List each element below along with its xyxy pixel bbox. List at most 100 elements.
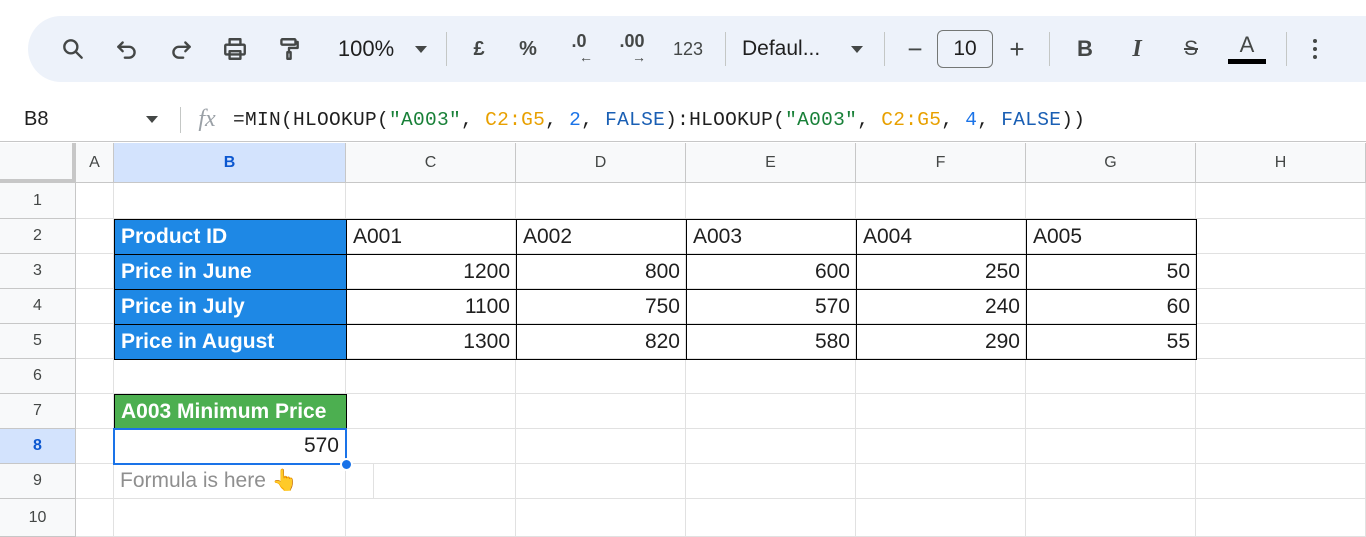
table-row-header[interactable]: Price in June [114,254,347,290]
column-header-c[interactable]: C [346,143,516,183]
row-header-7[interactable]: 7 [0,394,76,429]
format-currency-button[interactable]: £ [457,29,501,69]
row-header-6[interactable]: 6 [0,359,76,394]
grid-cell[interactable] [114,359,346,394]
grid-cell[interactable] [686,183,856,219]
font-size-field[interactable]: 10 [935,29,995,69]
redo-button[interactable] [154,29,208,69]
decrease-decimal-button[interactable]: .0 ← [555,29,603,69]
column-header-g[interactable]: G [1026,143,1196,183]
fill-handle[interactable] [340,458,353,471]
price-cell[interactable]: 750 [516,289,687,325]
column-header-d[interactable]: D [516,143,686,183]
column-header-f[interactable]: F [856,143,1026,183]
product-id-cell[interactable]: A004 [856,219,1027,255]
grid-cell[interactable] [114,183,346,219]
grid-cell[interactable] [686,429,856,464]
grid-cell[interactable] [1196,289,1366,324]
product-id-cell[interactable]: A003 [686,219,857,255]
decrease-font-size-button[interactable]: − [895,29,935,69]
price-cell[interactable]: 250 [856,254,1027,290]
grid-cell[interactable] [516,394,686,429]
formula-input[interactable]: =MIN(HLOOKUP("A003", C2:G5, 2, FALSE):HL… [233,109,1085,131]
grid-cell[interactable] [1196,394,1366,429]
price-cell[interactable]: 240 [856,289,1027,325]
zoom-select[interactable]: 100% [326,29,406,69]
row-header-4[interactable]: 4 [0,289,76,324]
grid-cell[interactable] [686,394,856,429]
price-cell[interactable]: 55 [1026,324,1197,360]
format-percent-button[interactable]: % [501,29,555,69]
grid-cell[interactable] [686,464,856,499]
price-cell[interactable]: 570 [686,289,857,325]
grid-cell[interactable] [856,429,1026,464]
grid-cell[interactable] [1196,254,1366,289]
grid-cell[interactable] [76,219,114,254]
font-select[interactable]: Defaul... [736,29,840,69]
row-header-2[interactable]: 2 [0,219,76,254]
grid-cell[interactable] [76,183,114,219]
grid-cell[interactable] [76,359,114,394]
grid-cell[interactable] [686,499,856,537]
row-header-3[interactable]: 3 [0,254,76,289]
grid-cell[interactable] [1196,183,1366,219]
grid-cell[interactable] [346,183,516,219]
grid-cell[interactable] [856,183,1026,219]
price-cell[interactable]: 290 [856,324,1027,360]
price-cell[interactable]: 800 [516,254,687,290]
grid-cell[interactable] [516,499,686,537]
grid-cell[interactable] [1026,183,1196,219]
row-header-5[interactable]: 5 [0,324,76,359]
grid-cell[interactable] [1026,359,1196,394]
strikethrough-button[interactable]: S [1164,29,1218,69]
price-cell[interactable]: 1200 [346,254,517,290]
row-header-10[interactable]: 10 [0,499,76,537]
grid-cell[interactable] [856,464,1026,499]
grid-cell[interactable] [346,429,516,464]
search-menus-button[interactable] [54,29,92,69]
grid-cell[interactable] [76,289,114,324]
zoom-dropdown[interactable] [406,29,436,69]
more-options-button[interactable] [1297,29,1333,69]
grid-cell[interactable] [1196,324,1366,359]
grid-cell[interactable] [1026,464,1196,499]
price-cell[interactable]: 580 [686,324,857,360]
name-box[interactable]: B8 [0,98,180,142]
grid-cell[interactable] [516,429,686,464]
grid-cell[interactable] [516,464,686,499]
increase-decimal-button[interactable]: .00 → [603,29,661,69]
result-label[interactable]: A003 Minimum Price [114,394,347,430]
row-header-1[interactable]: 1 [0,183,76,219]
grid-cell[interactable] [346,499,516,537]
more-formats-button[interactable]: 123 [661,29,715,69]
price-cell[interactable]: 60 [1026,289,1197,325]
price-cell[interactable]: 1100 [346,289,517,325]
grid-cell[interactable] [114,499,346,537]
increase-font-size-button[interactable]: + [995,29,1039,69]
grid-cell[interactable] [1026,499,1196,537]
select-all-corner[interactable] [0,143,76,183]
column-header-a[interactable]: A [76,143,114,183]
product-id-cell[interactable]: A002 [516,219,687,255]
grid-cell[interactable] [516,183,686,219]
grid-cell[interactable] [76,464,114,499]
grid-cell[interactable] [1196,464,1366,499]
table-row-header[interactable]: Price in July [114,289,347,325]
price-cell[interactable]: 50 [1026,254,1197,290]
grid-cell[interactable] [1196,499,1366,537]
grid-cell[interactable] [76,499,114,537]
grid-cell[interactable] [1026,429,1196,464]
grid-cell[interactable] [686,359,856,394]
text-color-button[interactable]: A [1218,29,1276,69]
grid-cell[interactable] [856,394,1026,429]
grid-cell[interactable] [76,394,114,429]
grid-cell[interactable] [1196,359,1366,394]
product-id-cell[interactable]: A005 [1026,219,1197,255]
grid-cell[interactable] [856,499,1026,537]
grid-cell[interactable] [856,359,1026,394]
font-dropdown[interactable] [840,29,874,69]
font-size-input[interactable]: 10 [937,30,993,68]
price-cell[interactable]: 820 [516,324,687,360]
grid-cell[interactable] [1196,429,1366,464]
paint-format-button[interactable] [262,29,316,69]
